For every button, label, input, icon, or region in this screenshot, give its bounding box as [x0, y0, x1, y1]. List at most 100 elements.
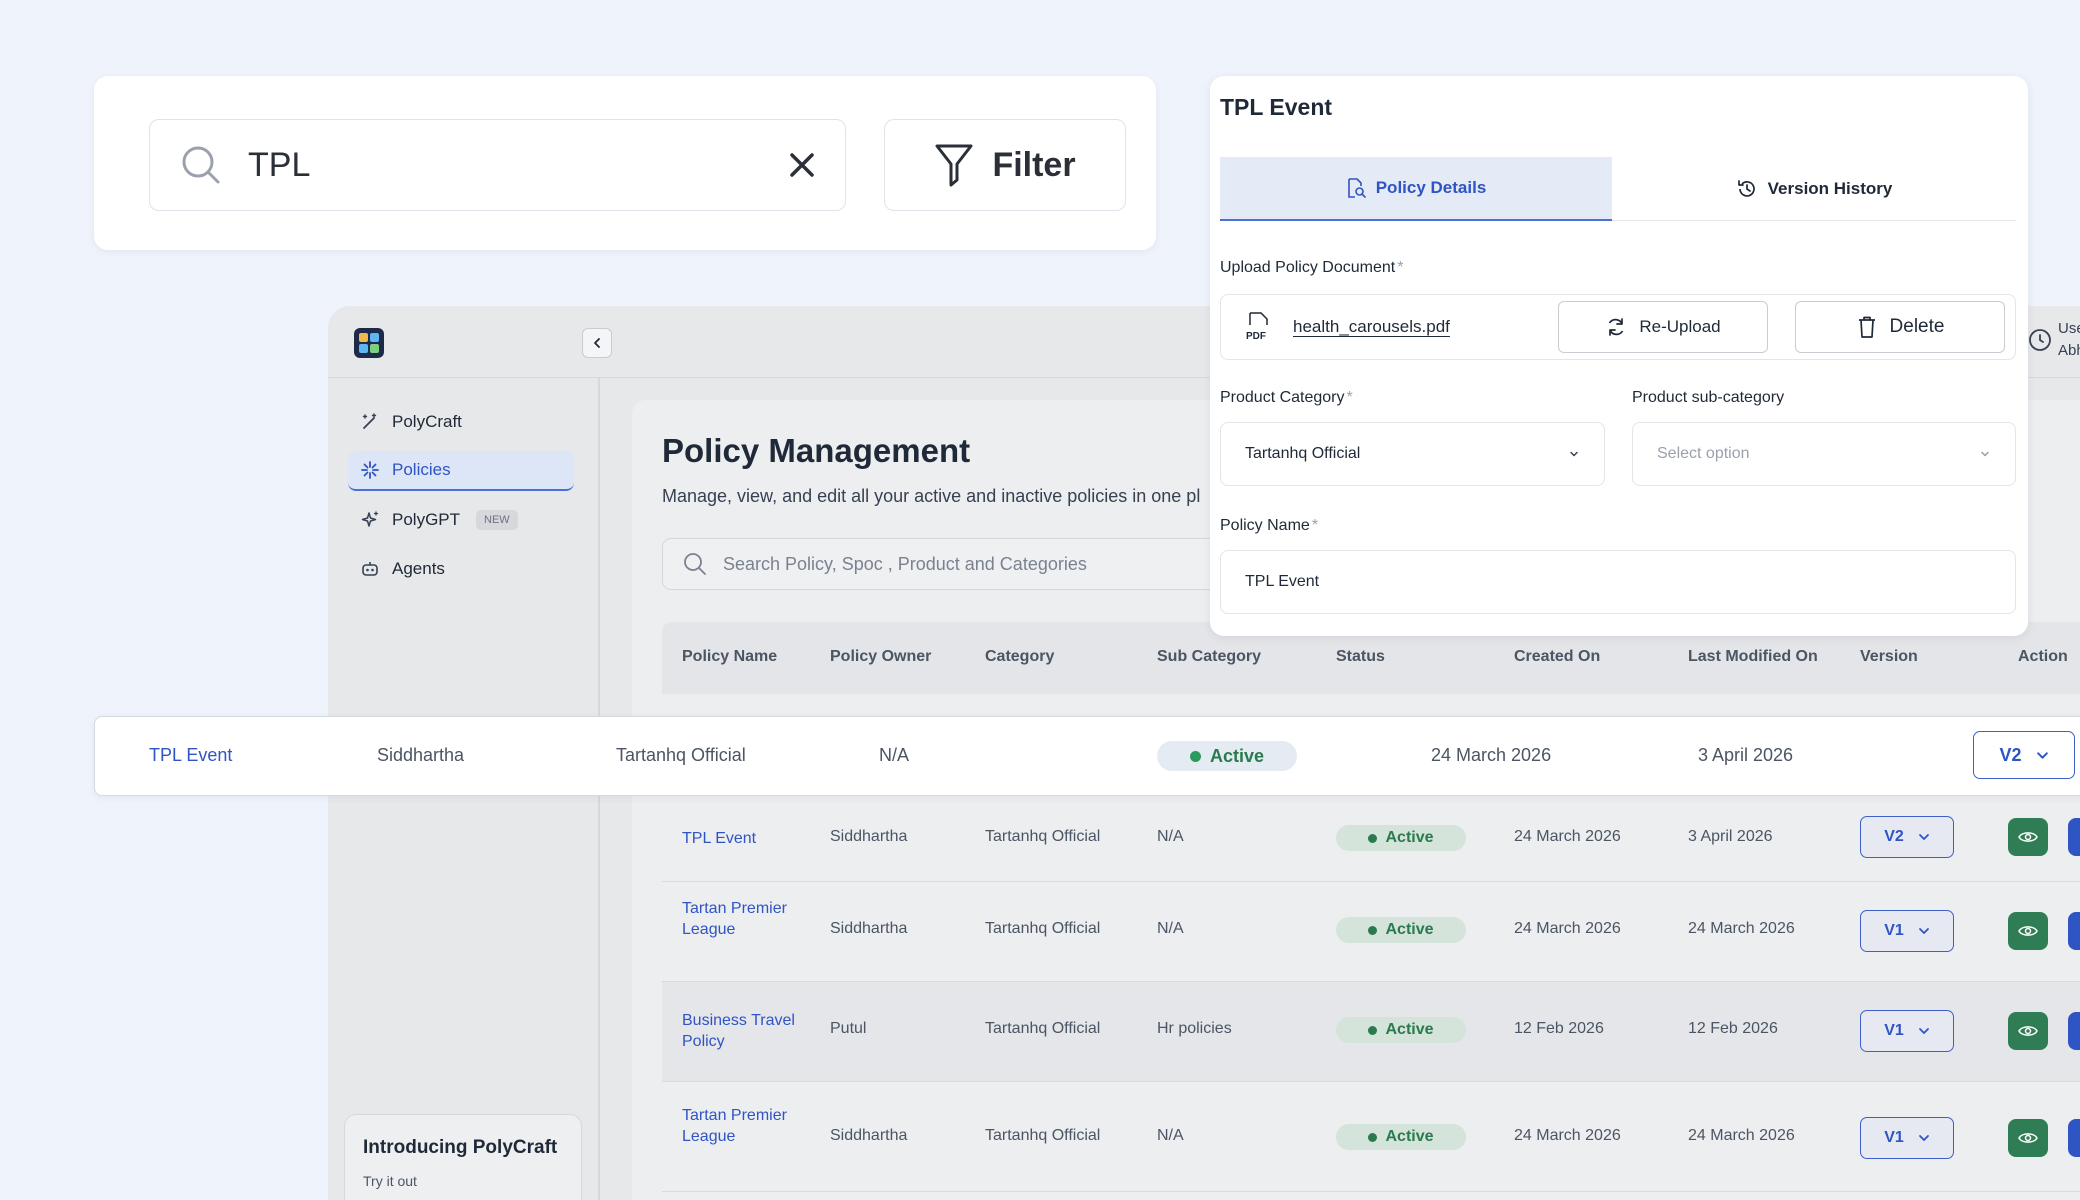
delete-button[interactable]: Delete — [1795, 301, 2005, 353]
table-row[interactable]: TPL Event Siddhartha Tartanhq Official N… — [662, 794, 2080, 882]
sidebar-item-label: PolyCraft — [392, 412, 462, 431]
user-name: Abh — [2058, 342, 2080, 359]
product-category-select[interactable]: Tartanhq Official — [1220, 422, 1605, 486]
product-subcategory-select[interactable]: Select option — [1632, 422, 2016, 486]
created-on: 24 March 2026 — [1514, 1127, 1621, 1144]
policy-name-link[interactable]: TPL Event — [149, 745, 232, 766]
search-card: Filter — [94, 76, 1156, 250]
last-modified: 3 April 2026 — [1688, 828, 1773, 845]
user-icon — [2028, 328, 2052, 352]
upload-label: Upload Policy Document * — [1220, 259, 1403, 277]
subcategory-label: Product sub-category — [1632, 389, 1785, 406]
eye-icon — [2018, 1024, 2038, 1038]
chevron-down-icon — [1979, 448, 1991, 460]
policy-owner: Putul — [830, 1020, 867, 1037]
last-modified: 3 April 2026 — [1698, 745, 1794, 765]
refresh-icon — [1605, 316, 1627, 338]
eye-icon — [2018, 924, 2038, 938]
policy-name-link[interactable]: TPL Event — [682, 828, 792, 849]
version-label: V2 — [1999, 744, 2022, 765]
column-header: Action — [2018, 648, 2068, 665]
last-modified: 24 March 2026 — [1688, 920, 1795, 937]
filter-icon — [934, 142, 974, 188]
policy-name-link[interactable]: Tartan Premier League — [682, 898, 792, 940]
search-placeholder: Search Policy, Spoc , Product and Catego… — [723, 553, 1087, 574]
tab-version-history[interactable]: Version History — [1612, 157, 2016, 221]
status-text: Active — [1385, 921, 1434, 938]
view-button[interactable] — [2008, 1012, 2048, 1050]
policy-name-link[interactable]: Business Travel Policy — [682, 1010, 797, 1052]
search-box[interactable] — [149, 119, 846, 211]
status-badge: Active — [1336, 825, 1466, 851]
delete-label: Delete — [1889, 316, 1945, 337]
version-dropdown[interactable]: V1 — [1860, 1010, 1954, 1052]
filter-button[interactable]: Filter — [884, 119, 1126, 211]
search-input[interactable] — [248, 145, 789, 185]
robot-icon — [360, 559, 380, 579]
highlighted-table-row[interactable]: TPL Event Siddhartha Tartanhq Official N… — [94, 716, 2080, 796]
edit-button[interactable] — [2068, 1012, 2080, 1050]
sidebar-item-policies[interactable]: Policies — [348, 451, 574, 491]
label-text: Product Category — [1220, 389, 1345, 406]
tab-policy-details[interactable]: Policy Details — [1220, 157, 1612, 221]
magic-icon — [360, 510, 380, 530]
column-header: Status — [1336, 648, 1385, 665]
version-dropdown[interactable]: V2 — [1860, 816, 1954, 858]
policy-owner: Siddhartha — [377, 745, 465, 765]
chevron-down-icon — [1918, 1132, 1930, 1144]
view-button[interactable] — [2008, 1119, 2048, 1157]
status-text: Active — [1385, 829, 1434, 846]
document-search-icon — [1346, 177, 1366, 199]
policy-search-input[interactable]: Search Policy, Spoc , Product and Catego… — [662, 538, 1222, 590]
policy-category: Tartanhq Official — [616, 745, 746, 765]
policy-name-link[interactable]: Tartan Premier League — [682, 1105, 792, 1147]
version-dropdown[interactable]: V2 — [1973, 731, 2075, 779]
status-badge: Active — [1336, 917, 1466, 943]
clear-icon[interactable] — [789, 152, 815, 178]
sidebar-item-polycraft[interactable]: PolyCraft — [348, 402, 574, 442]
view-button[interactable] — [2008, 912, 2048, 950]
version-dropdown[interactable]: V1 — [1860, 910, 1954, 952]
sidebar-item-label: Policies — [392, 460, 451, 479]
sidebar-item-label: Agents — [392, 559, 445, 578]
created-on: 24 March 2026 — [1514, 920, 1621, 937]
tab-label: Version History — [1767, 179, 1893, 198]
view-button[interactable] — [2008, 818, 2048, 856]
table-row[interactable]: Tartan Premier League Siddhartha Tartanh… — [662, 882, 2080, 982]
policy-subcategory: Hr policies — [1157, 1020, 1232, 1037]
version-dropdown[interactable]: V1 — [1860, 1117, 1954, 1159]
user-role: Use — [2058, 320, 2080, 337]
column-header: Policy Owner — [830, 648, 932, 665]
reupload-button[interactable]: Re-Upload — [1558, 301, 1768, 353]
chevron-down-icon — [1918, 925, 1930, 937]
eye-icon — [2018, 830, 2038, 844]
chevron-left-icon — [591, 337, 603, 349]
status-badge: Active — [1336, 1124, 1466, 1150]
version-label: V1 — [1884, 922, 1904, 939]
chevron-down-icon — [1918, 831, 1930, 843]
sparkle-icon — [360, 460, 380, 480]
edit-button[interactable] — [2068, 1119, 2080, 1157]
sidebar-nav: PolyCraft Policies PolyGPT NEW Agents — [348, 402, 574, 598]
required-mark: * — [1311, 517, 1319, 534]
subcategory-placeholder: Select option — [1657, 445, 1750, 462]
sidebar-item-agents[interactable]: Agents — [348, 549, 574, 589]
edit-button[interactable] — [2068, 818, 2080, 856]
sidebar-collapse-button[interactable] — [582, 328, 612, 358]
edit-button[interactable] — [2068, 912, 2080, 950]
panel-tabs: Policy Details Version History — [1220, 157, 2016, 221]
last-modified: 24 March 2026 — [1688, 1127, 1795, 1144]
promo-card[interactable]: Introducing PolyCraft Try it out — [344, 1114, 582, 1200]
table-row[interactable]: Business Travel Policy Putul Tartanhq Of… — [662, 982, 2080, 1082]
policy-name-input[interactable]: TPL Event — [1220, 550, 2016, 614]
sidebar-item-polygpt[interactable]: PolyGPT NEW — [348, 500, 574, 540]
label-text: Upload Policy Document — [1220, 259, 1396, 276]
file-name-link[interactable]: health_carousels.pdf — [1293, 317, 1450, 337]
page-title: Policy Management — [662, 432, 971, 469]
table-row[interactable]: Tartan Premier League Siddhartha Tartanh… — [662, 1082, 2080, 1192]
column-header: Policy Name — [682, 648, 778, 665]
version-label: V1 — [1884, 1022, 1904, 1039]
page-subtitle: Manage, view, and edit all your active a… — [662, 486, 1201, 506]
user-menu[interactable]: Use Abh — [2028, 316, 2080, 366]
policy-category: Tartanhq Official — [985, 1020, 1101, 1037]
